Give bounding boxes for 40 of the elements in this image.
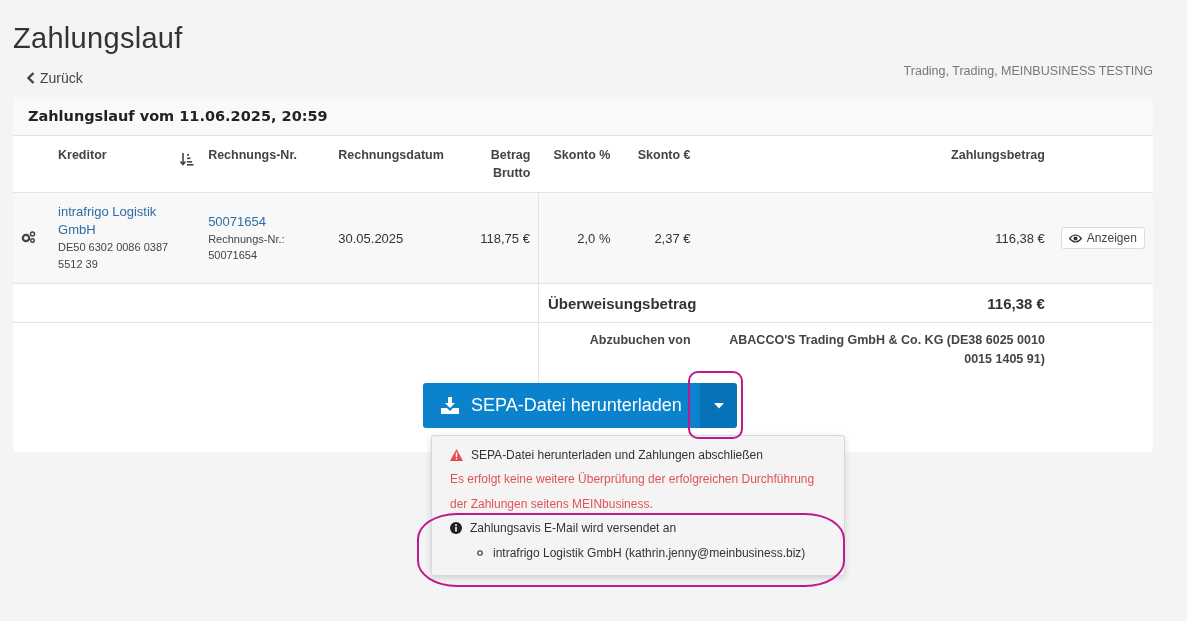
view-button[interactable]: Anzeigen (1060, 227, 1145, 249)
caret-down-icon (713, 402, 724, 409)
column-header[interactable]: Rechnungsdatum (330, 136, 461, 193)
column-header[interactable]: Betrag Brutto (460, 136, 539, 193)
info-title: Zahlungsavis E-Mail wird versendet an (470, 521, 677, 535)
dropdown-toggle[interactable] (699, 383, 737, 428)
chevron-left-icon (27, 72, 35, 84)
download-icon (441, 397, 460, 414)
column-header[interactable]: Skonto € (618, 136, 699, 193)
table-cell: 30.05.2025 (330, 192, 461, 284)
table-cell: 2,0 % (538, 192, 619, 284)
download-button[interactable]: SEPA-Datei herunterladen (423, 383, 700, 428)
invoice-number: 50071654 (208, 248, 259, 263)
table-cell: 118,75 € (460, 192, 539, 284)
bullet-icon (477, 550, 483, 556)
total-amount: 116,38 € (698, 283, 1053, 323)
company-name: Trading, Trading, MEINBUSINESS TESTING (903, 64, 1153, 78)
sort-icon (180, 152, 195, 166)
column-header[interactable]: Zahlungsbetrag (698, 136, 1053, 193)
gears-icon (21, 230, 36, 243)
column-header[interactable]: Skonto % (538, 136, 619, 193)
page-title: Zahlungslauf (13, 21, 184, 55)
table-cell: 2,37 € (618, 192, 699, 284)
warning-icon (450, 449, 463, 461)
column-header[interactable]: Kreditor (50, 136, 171, 193)
table-cell: 116,38 € (698, 192, 1053, 284)
invoice-label: Rechnungs-Nr.: (208, 232, 286, 247)
info-icon (450, 522, 462, 534)
iban-text: DE50 6302 0086 0387 5512 39 (58, 240, 170, 272)
warning-text: Es erfolgt keine weitere Überprüfung der erfolgreichen Durchführung der Zahlungen seitens MEINbusiness. (450, 471, 816, 513)
total-label: Überweisungsbetrag (538, 283, 699, 323)
recipient-text: intrafrigo Logistik GmbH (kathrin.jenny@meinbusiness.biz) (493, 546, 806, 560)
card-title: Zahlungslauf vom 11.06.2025, 20:59 (13, 97, 1153, 136)
invoice-link[interactable]: 50071654 (208, 213, 323, 231)
warning-title: SEPA-Datei herunterladen und Zahlungen abschließen (471, 448, 763, 462)
back-link[interactable]: Zurück (27, 69, 83, 87)
debit-account: ABACCO'S Trading GmbH & Co. KG (DE38 6025 0010 0015 1405 91) (698, 322, 1053, 383)
eye-icon (1068, 233, 1082, 243)
column-header[interactable]: Rechnungs-Nr. (200, 136, 331, 193)
creditor-link[interactable]: intrafrigo Logistik GmbH (58, 203, 163, 239)
